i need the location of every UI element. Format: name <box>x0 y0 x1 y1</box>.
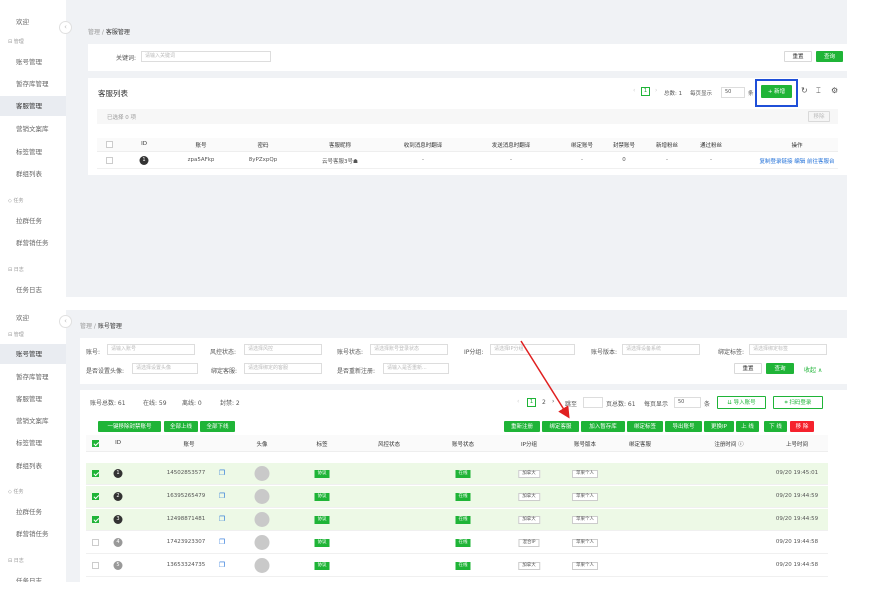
annotation-arrow <box>520 340 570 419</box>
